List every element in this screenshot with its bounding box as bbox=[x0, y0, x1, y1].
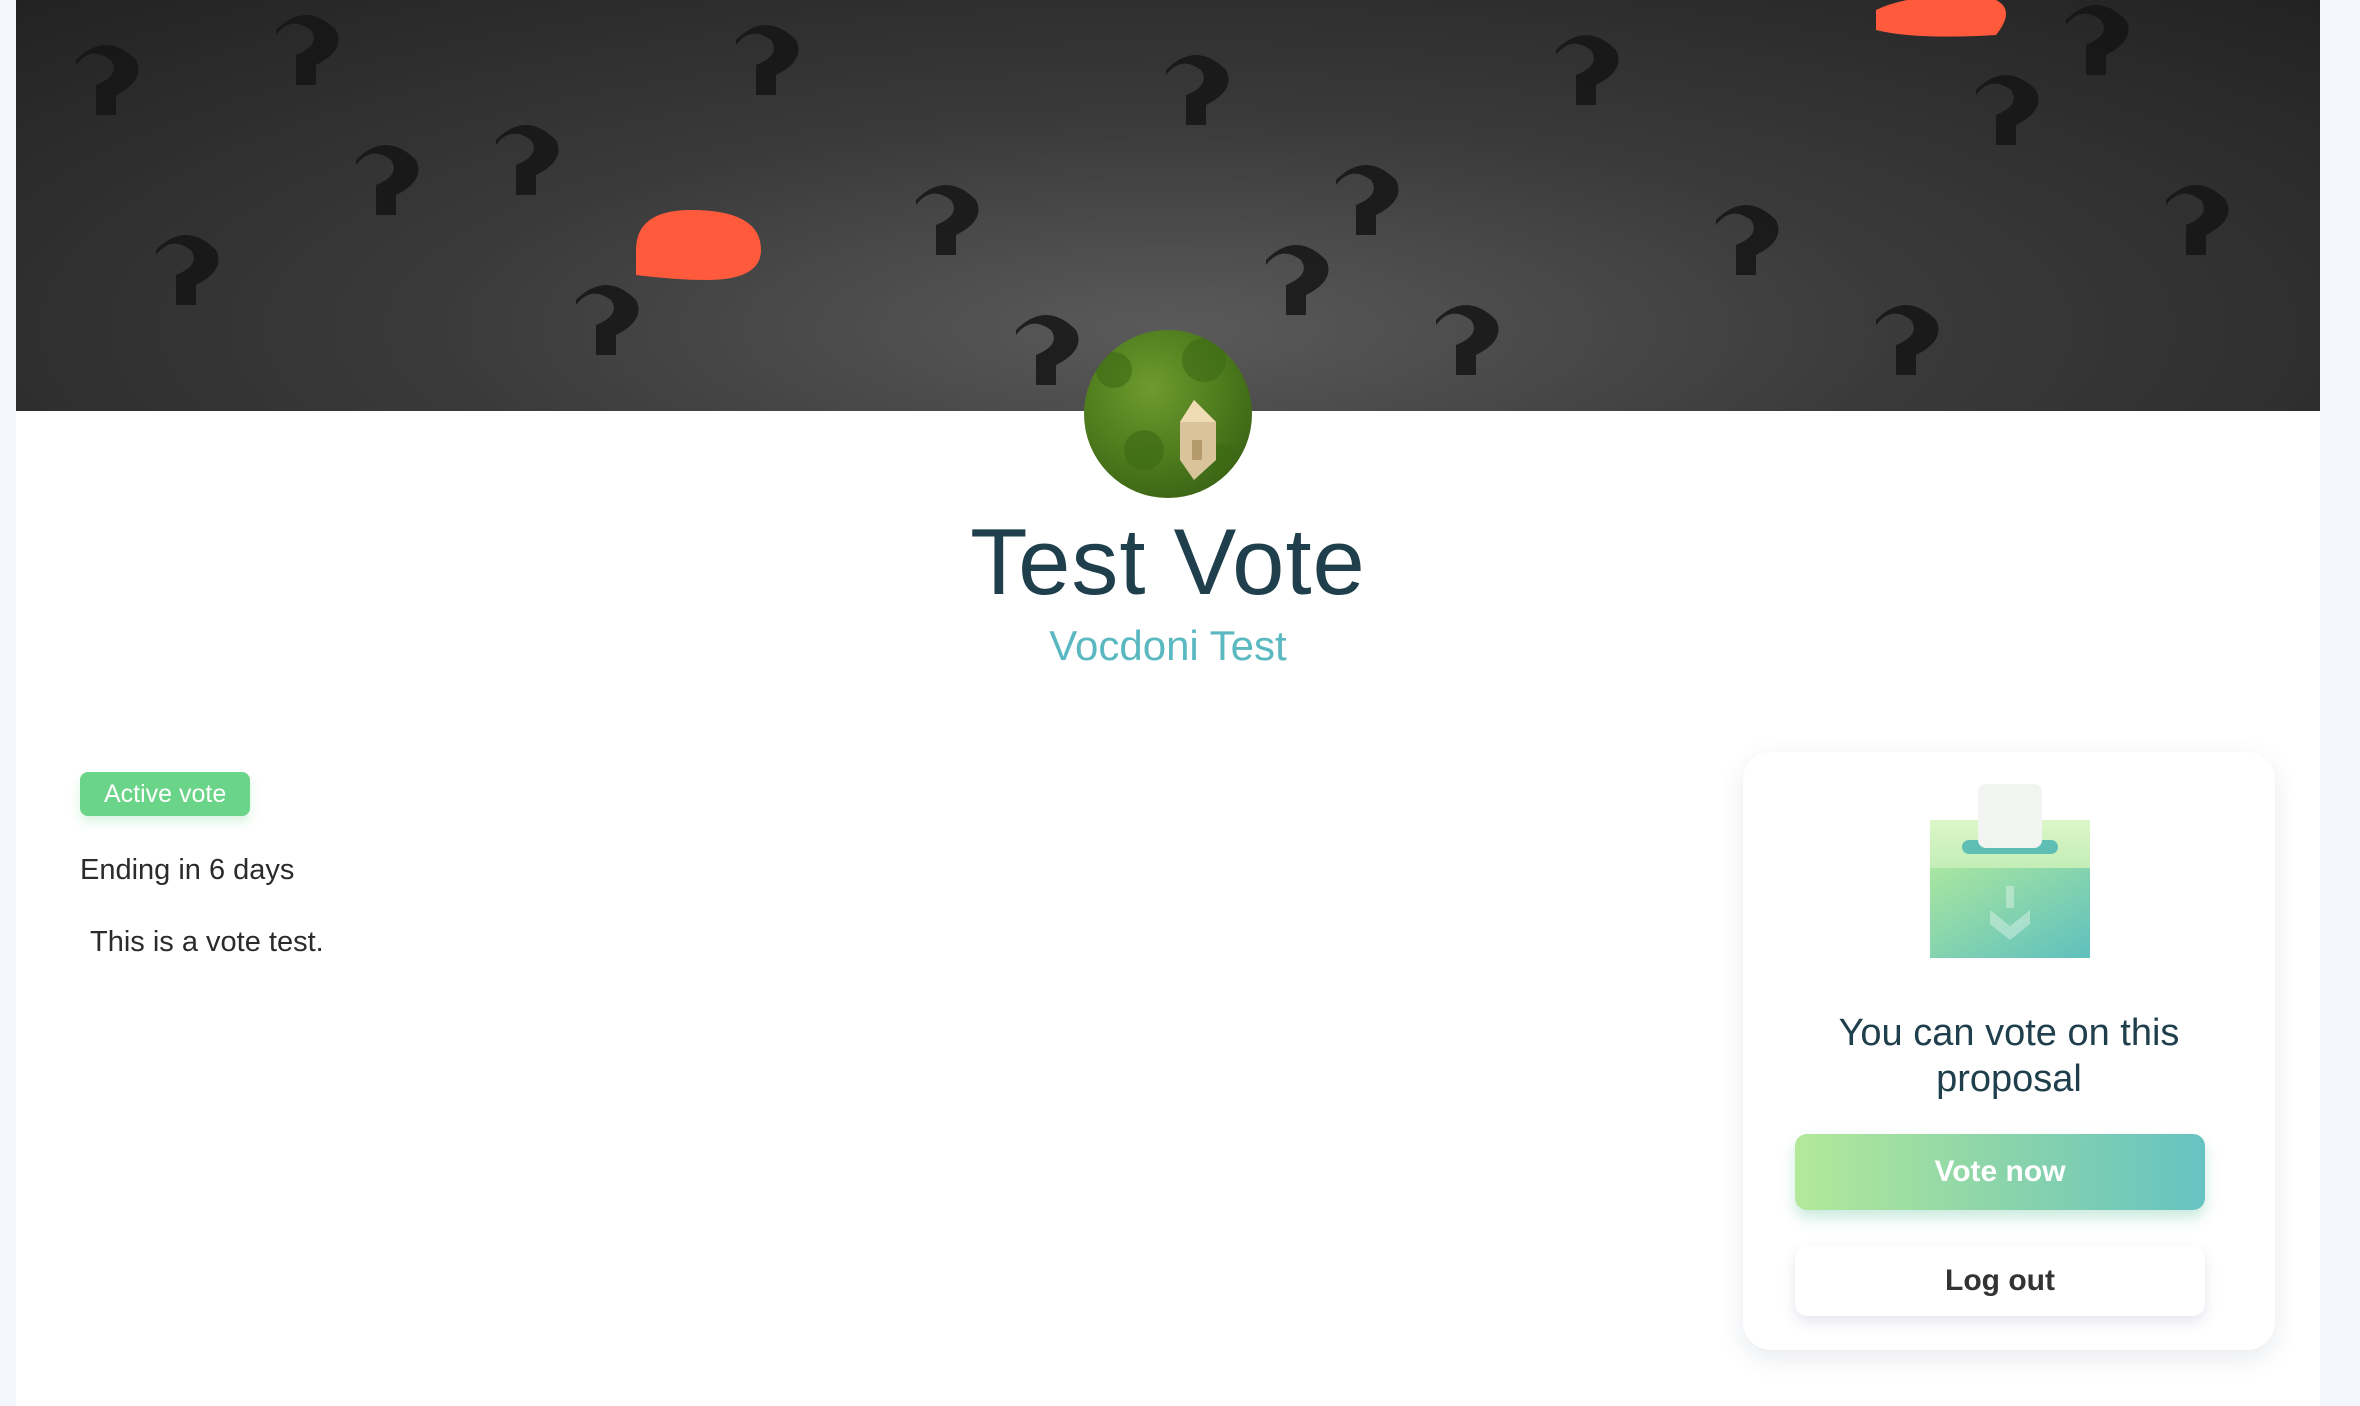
logout-button[interactable]: Log out bbox=[1795, 1246, 2205, 1316]
vote-now-button[interactable]: Vote now bbox=[1795, 1134, 2205, 1210]
organization-name: Vocdoni Test bbox=[1049, 622, 1287, 669]
vote-eligibility-message: You can vote on this proposal bbox=[1838, 1012, 2180, 1100]
ballot-box-icon bbox=[1928, 782, 2092, 958]
vote-card: You can vote on this proposal Vote now L… bbox=[1743, 752, 2275, 1350]
status-badge: Active vote bbox=[80, 772, 251, 816]
page-title: Test Vote bbox=[970, 509, 1366, 614]
page-container: Test Vote Vocdoni Test Active vote Endin… bbox=[16, 0, 2320, 1406]
ending-text: Ending in 6 days bbox=[80, 854, 295, 886]
organization-avatar bbox=[1084, 330, 1252, 498]
process-description: This is a vote test. bbox=[90, 926, 324, 958]
